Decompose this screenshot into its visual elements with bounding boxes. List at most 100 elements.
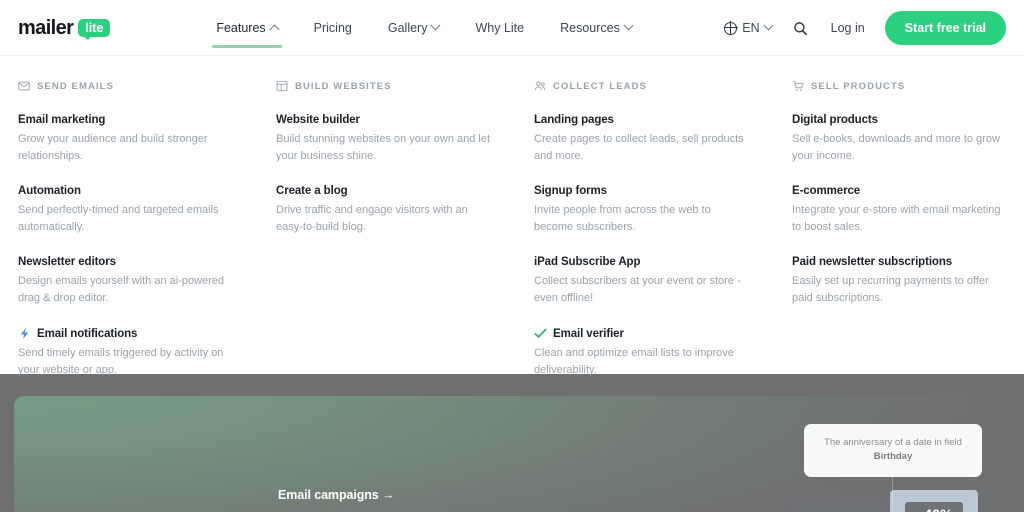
menu-item-desc: Build stunning websites on your own and … (276, 133, 491, 163)
menu-item-signup-forms[interactable]: Signup forms Invite people from across t… (534, 185, 768, 236)
mega-column-sell-products: SELL PRODUCTS Digital products Sell e-bo… (792, 80, 1024, 399)
hero-tooltip: The anniversary of a date in field Birth… (804, 424, 982, 511)
column-heading-label: SELL PRODUCTS (811, 80, 906, 92)
mega-menu-grid: SEND EMAILS Email marketing Grow your au… (18, 80, 1006, 399)
menu-item-desc: Clean and optimize email lists to improv… (534, 347, 734, 377)
site-header: mailer lite Features Pricing Gallery Why… (0, 0, 1024, 56)
nav-item-why-lite[interactable]: Why Lite (457, 0, 542, 56)
menu-item-desc: Sell e-books, downloads and more to grow… (792, 133, 1000, 163)
menu-item-desc: Drive traffic and engage visitors with a… (276, 204, 468, 234)
menu-item-email-notifications[interactable]: Email notifications Send timely emails t… (18, 327, 252, 379)
menu-item-title: Email marketing (18, 114, 252, 126)
menu-item-title: Email verifier (534, 327, 768, 340)
menu-item-desc: Create pages to collect leads, sell prod… (534, 133, 744, 163)
nav-label-pricing: Pricing (313, 21, 352, 35)
menu-item-automation[interactable]: Automation Send perfectly-timed and targ… (18, 185, 252, 236)
lightning-bolt-icon (18, 327, 31, 340)
chevron-down-icon (623, 20, 634, 30)
search-icon (793, 21, 807, 35)
menu-item-title-text: Automation (18, 185, 81, 198)
column-heading-label: COLLECT LEADS (553, 80, 647, 92)
column-heading-label: SEND EMAILS (37, 80, 115, 92)
menu-item-desc: Integrate your e-store with email market… (792, 204, 1001, 234)
mega-column-collect-leads: COLLECT LEADS Landing pages Create pages… (534, 80, 792, 399)
menu-item-title: Digital products (792, 114, 1024, 126)
hero-discount-card: GET YOUR DISCOUNT (794, 498, 882, 512)
globe-icon (723, 21, 738, 35)
mega-column-send-emails: SEND EMAILS Email marketing Grow your au… (18, 80, 276, 399)
logo-badge: lite (78, 19, 111, 40)
start-free-trial-button[interactable]: Start free trial (884, 11, 1006, 45)
menu-item-digital-products[interactable]: Digital products Sell e-books, downloads… (792, 114, 1024, 165)
nav-label-features: Features (216, 21, 266, 35)
language-selector[interactable]: EN (714, 20, 781, 35)
menu-item-title: Signup forms (534, 185, 768, 197)
menu-item-title-text: E-commerce (792, 185, 861, 198)
menu-item-title-text: Digital products (792, 114, 878, 126)
menu-item-title-text: Newsletter editors (18, 256, 116, 269)
column-heading-build-websites: BUILD WEBSITES (276, 80, 510, 92)
nav-label-gallery: Gallery (387, 21, 428, 35)
menu-item-title: Paid newsletter subscriptions (792, 256, 1024, 268)
menu-item-desc: Collect subscribers at your event or sto… (534, 275, 741, 305)
menu-item-title-text: Email marketing (18, 114, 106, 126)
menu-item-title: Create a blog (276, 185, 510, 197)
menu-item-desc: Invite people from across the web to bec… (534, 204, 711, 234)
nav-item-pricing[interactable]: Pricing (296, 0, 370, 56)
hero-percent-card: - 40% (890, 490, 978, 512)
menu-item-title-text: Create a blog (276, 185, 348, 198)
active-tab-indicator (212, 45, 282, 48)
login-link[interactable]: Log in (819, 21, 877, 35)
green-check-icon (534, 327, 547, 340)
search-button[interactable] (782, 21, 819, 36)
hero-tooltip-text: The anniversary of a date in field Birth… (818, 436, 968, 465)
menu-item-desc: Easily set up recurring payments to offe… (792, 275, 989, 305)
people-icon (534, 80, 546, 92)
menu-item-desc: Grow your audience and build stronger re… (18, 133, 208, 163)
menu-item-title: Website builder (276, 114, 510, 126)
menu-item-title: Landing pages (534, 114, 768, 126)
menu-item-title-text: Website builder (276, 114, 360, 126)
menu-item-website-builder[interactable]: Website builder Build stunning websites … (276, 114, 510, 165)
nav-item-resources[interactable]: Resources (542, 0, 650, 56)
menu-item-create-a-blog[interactable]: Create a blog Drive traffic and engage v… (276, 185, 510, 236)
menu-item-title-text: Paid newsletter subscriptions (792, 256, 953, 269)
menu-item-newsletter-editors[interactable]: Newsletter editors Design emails yoursel… (18, 256, 252, 307)
hero-tooltip-lead: The anniversary of a date in field (824, 437, 962, 448)
menu-item-title: E-commerce (792, 185, 1024, 197)
menu-item-paid-newsletter-subscriptions[interactable]: Paid newsletter subscriptions Easily set… (792, 256, 1024, 307)
logo-wordmark: mailer (18, 16, 74, 39)
chevron-down-icon (763, 20, 774, 30)
menu-item-e-commerce[interactable]: E-commerce Integrate your e-store with e… (792, 185, 1024, 236)
nav-label-resources: Resources (560, 21, 620, 35)
menu-item-title: Automation (18, 185, 252, 197)
menu-item-landing-pages[interactable]: Landing pages Create pages to collect le… (534, 114, 768, 165)
menu-item-desc: Design emails yourself with an ai-powere… (18, 275, 225, 305)
nav-item-gallery[interactable]: Gallery (370, 0, 458, 56)
menu-item-email-verifier[interactable]: Email verifier Clean and optimize email … (534, 327, 768, 379)
menu-item-title-text: Email verifier (553, 327, 624, 340)
brand-logo[interactable]: mailer lite (18, 16, 111, 40)
menu-item-title-text: Landing pages (534, 114, 614, 126)
browser-window-icon (276, 80, 288, 92)
menu-item-title-text: Signup forms (534, 185, 607, 198)
hero-discount-percent: - 40% (904, 502, 964, 512)
menu-item-title: Email notifications (18, 327, 252, 340)
chevron-up-icon (269, 24, 280, 34)
column-heading-label: BUILD WEBSITES (295, 80, 392, 92)
primary-nav: Features Pricing Gallery Why Lite Resour… (198, 0, 650, 56)
menu-item-title: Newsletter editors (18, 256, 252, 268)
menu-item-desc: Send timely emails triggered by activity… (18, 347, 224, 377)
menu-item-ipad-subscribe-app[interactable]: iPad Subscribe App Collect subscribers a… (534, 256, 768, 307)
nav-item-features[interactable]: Features (198, 0, 295, 56)
hero-copy: Email campaigns → Create engaging, dynam… (278, 488, 678, 512)
hero-title[interactable]: Email campaigns → (278, 488, 678, 502)
hero-tooltip-field: Birthday (873, 451, 913, 463)
menu-item-desc: Send perfectly-timed and targeted emails… (18, 204, 219, 234)
page-root: mailer lite Features Pricing Gallery Why… (0, 0, 1024, 512)
envelope-icon (18, 80, 30, 92)
menu-item-email-marketing[interactable]: Email marketing Grow your audience and b… (18, 114, 252, 165)
chevron-down-icon (431, 20, 441, 30)
menu-item-title-text: Email notifications (37, 327, 138, 340)
column-heading-collect-leads: COLLECT LEADS (534, 80, 768, 92)
